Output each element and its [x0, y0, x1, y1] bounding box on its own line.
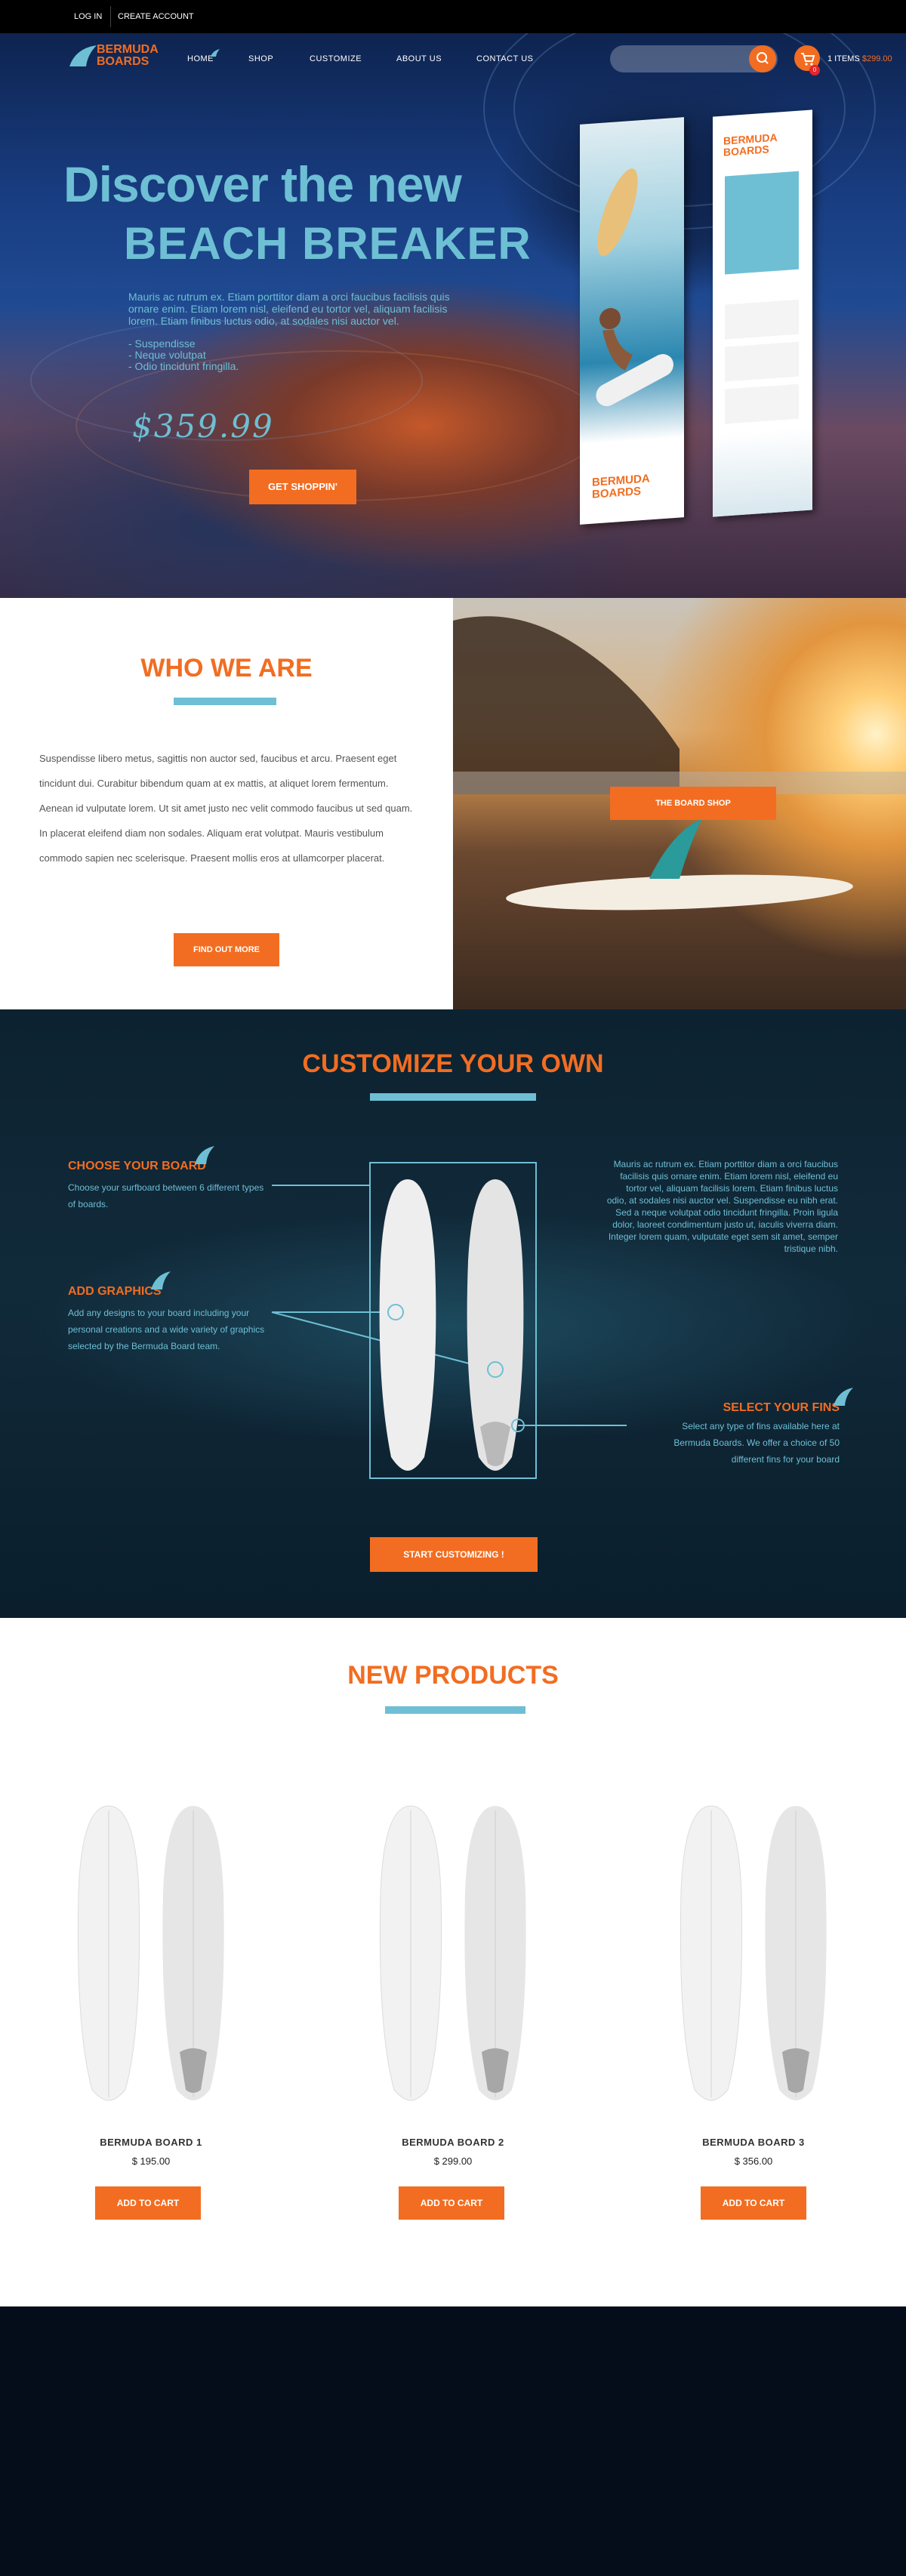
- top-bar: LOG IN CREATE ACCOUNT: [0, 0, 906, 33]
- hero-title-line2: BEACH BREAKER: [124, 218, 532, 269]
- start-customizing-button[interactable]: START CUSTOMIZING !: [370, 1537, 538, 1572]
- who-we-are-title: WHO WE ARE: [140, 654, 313, 683]
- box-features-panel: [725, 299, 799, 426]
- new-products-title: NEW PRODUCTS: [347, 1661, 559, 1690]
- choose-board-heading: CHOOSE YOUR BOARD: [68, 1160, 206, 1172]
- hero-feature-item: - Odio tincidunt fringilla.: [128, 360, 239, 372]
- logo-line1: BERMUDA: [97, 43, 159, 56]
- search-button[interactable]: [749, 45, 776, 72]
- add-to-cart-button[interactable]: ADD TO CART: [95, 2186, 201, 2220]
- product-image: [680, 1805, 827, 2101]
- nav-about[interactable]: ABOUT US: [396, 54, 442, 63]
- select-fins-heading: SELECT YOUR FINS: [723, 1401, 840, 1414]
- create-account-link[interactable]: CREATE ACCOUNT: [118, 12, 194, 21]
- fin-icon: [151, 1271, 171, 1290]
- brand-logo[interactable]: BERMUDA BOARDS: [68, 42, 174, 72]
- hero-feature-item: - Neque volutpat: [128, 349, 206, 361]
- add-to-cart-button[interactable]: ADD TO CART: [701, 2186, 806, 2220]
- customize-title: CUSTOMIZE YOUR OWN: [302, 1049, 604, 1078]
- product-name[interactable]: BERMUDA BOARD 2: [340, 2137, 566, 2148]
- product-name[interactable]: BERMUDA BOARD 3: [640, 2137, 867, 2148]
- product-box-front: BERMUDA BOARDS: [580, 117, 684, 525]
- select-fins-text: Select any type of fins available here a…: [673, 1421, 840, 1465]
- find-out-more-button[interactable]: FIND OUT MORE: [174, 933, 279, 966]
- title-underline: [370, 1093, 536, 1101]
- search-icon: [757, 52, 769, 64]
- title-underline: [174, 698, 276, 705]
- hero-feature-item: - Suspendisse: [128, 337, 196, 350]
- surfboard-left: [379, 1179, 436, 1471]
- fin-icon: [834, 1388, 853, 1406]
- surfer-image: [596, 168, 673, 406]
- cart-count-badge: 0: [809, 65, 820, 75]
- add-graphics-text: Add any designs to your board including …: [68, 1308, 265, 1351]
- shark-fin-icon: [69, 45, 97, 66]
- title-underline: [385, 1706, 525, 1714]
- product-name[interactable]: BERMUDA BOARD 1: [38, 2137, 264, 2148]
- cart-total: $299.00: [861, 54, 892, 63]
- add-graphics-heading: ADD GRAPHICS: [68, 1285, 162, 1298]
- box-back-brand-line2: BOARDS: [723, 143, 769, 159]
- product-price: $ 356.00: [734, 2155, 773, 2167]
- cart-items-label: 1 ITEMS: [827, 54, 860, 63]
- fin-icon: [195, 1146, 214, 1164]
- get-shoppin-button[interactable]: GET SHOPPIN': [249, 470, 356, 504]
- board-shop-button[interactable]: THE BOARD SHOP: [610, 787, 776, 820]
- add-to-cart-button[interactable]: ADD TO CART: [399, 2186, 504, 2220]
- cart-summary[interactable]: 1 ITEMS $299.00: [827, 54, 892, 63]
- login-link[interactable]: LOG IN: [74, 12, 102, 21]
- box-brand-line2: BOARDS: [592, 485, 642, 501]
- choose-board-text: Choose your surfboard between 6 differen…: [68, 1182, 264, 1209]
- hero-description: Mauris ac rutrum ex. Etiam porttitor dia…: [128, 291, 450, 327]
- product-price: $ 299.00: [433, 2155, 473, 2167]
- who-we-are-text: Suspendisse libero metus, sagittis non a…: [39, 753, 413, 864]
- box-info-panel: [725, 171, 799, 275]
- footer: [0, 2306, 906, 2576]
- product-image: [379, 1805, 526, 2101]
- nav-customize[interactable]: CUSTOMIZE: [310, 54, 362, 63]
- product-image: [77, 1805, 224, 2101]
- hero-feature-list: - Suspendisse - Neque volutpat - Odio ti…: [128, 338, 239, 372]
- board-customizer-diagram: [271, 1162, 627, 1479]
- fin-icon: [211, 49, 220, 57]
- hero-title-line1: Discover the new: [63, 156, 462, 212]
- logo-line2: BOARDS: [97, 55, 149, 68]
- nav-shop[interactable]: SHOP: [248, 54, 273, 63]
- nav-contact[interactable]: CONTACT US: [476, 54, 534, 63]
- product-price: $ 195.00: [131, 2155, 171, 2167]
- box-fin-image: [713, 427, 812, 517]
- product-box-back: BERMUDA BOARDS: [713, 109, 812, 517]
- hero-price: $359.99: [132, 408, 274, 445]
- topbar-divider: [110, 6, 111, 27]
